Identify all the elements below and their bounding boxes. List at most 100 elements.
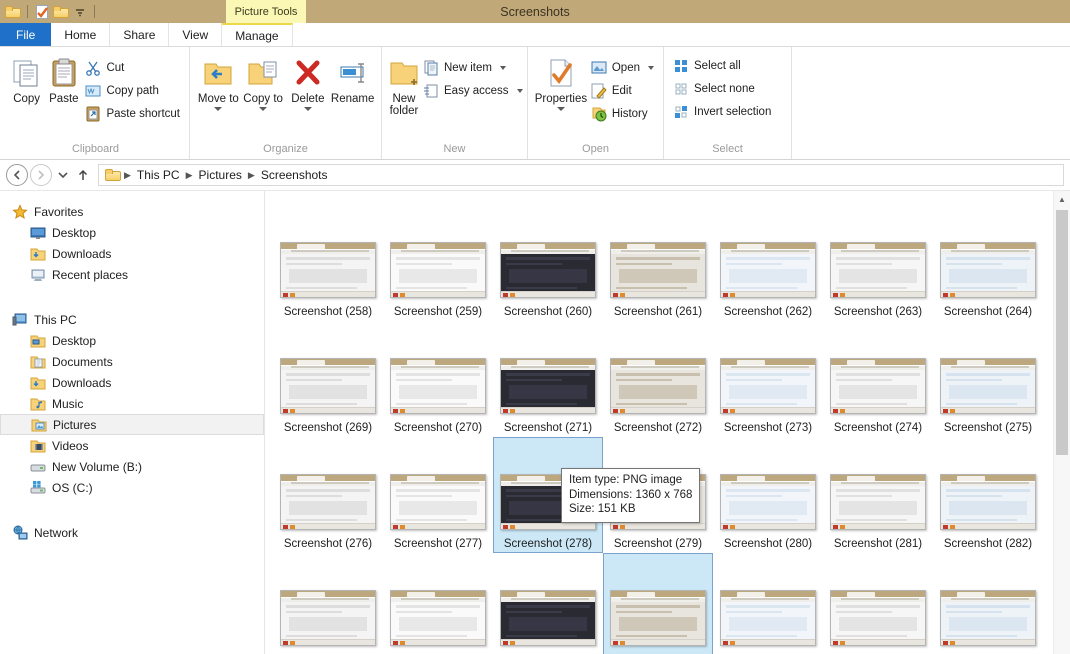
history-button[interactable]: History (588, 104, 657, 124)
properties-icon[interactable] (34, 4, 50, 20)
file-item[interactable]: Screenshot (286) (603, 553, 713, 654)
file-item[interactable]: Screenshot (260) (493, 205, 603, 321)
chevron-down-icon[interactable] (259, 107, 268, 111)
copy-path-button[interactable]: Copy path (82, 81, 183, 101)
folder-up-icon[interactable] (53, 4, 69, 20)
paste-button[interactable]: Paste (45, 53, 82, 105)
group-title-clipboard: Clipboard (71, 143, 120, 155)
navigation-pane[interactable]: Favorites Desktop Downloads Recent place… (0, 191, 265, 654)
tab-view[interactable]: View (169, 23, 223, 46)
breadcrumb-this-pc[interactable]: This PC (134, 168, 183, 182)
file-item[interactable]: Screenshot (276) (273, 437, 383, 553)
sidebar-item-favorites[interactable]: Favorites (0, 201, 264, 222)
edit-button[interactable]: Edit (588, 81, 657, 101)
chevron-down-icon[interactable] (214, 107, 223, 111)
file-item[interactable]: Screenshot (288) (823, 553, 933, 654)
chevron-down-icon[interactable] (556, 107, 565, 111)
file-item[interactable]: Screenshot (263) (823, 205, 933, 321)
file-thumbnail (610, 590, 706, 646)
sidebar-item-this-pc[interactable]: This PC (0, 309, 264, 330)
delete-button[interactable]: Delete (286, 53, 331, 111)
file-item[interactable]: Screenshot (272) (603, 321, 713, 437)
select-none-button[interactable]: Select none (670, 79, 774, 99)
move-to-button[interactable]: Move to (196, 53, 241, 111)
file-item[interactable]: Screenshot (275) (933, 321, 1043, 437)
file-item[interactable]: Screenshot (270) (383, 321, 493, 437)
file-item[interactable]: Screenshot (259) (383, 205, 493, 321)
customize-chevron-icon[interactable] (72, 4, 88, 20)
new-item-button[interactable]: New item (420, 58, 526, 78)
properties-button[interactable]: Properties (534, 53, 588, 111)
file-item[interactable]: Screenshot (287) (713, 553, 823, 654)
up-button[interactable] (74, 164, 92, 186)
sidebar-item-network[interactable]: Network (0, 522, 264, 543)
copy-to-button[interactable]: Copy to (241, 53, 286, 111)
edit-icon (591, 83, 607, 99)
cut-button[interactable]: Cut (82, 58, 183, 78)
file-item[interactable]: Screenshot (280) (713, 437, 823, 553)
scrollbar-thumb[interactable] (1056, 210, 1068, 455)
paste-shortcut-button[interactable]: Paste shortcut (82, 104, 183, 124)
easy-access-button[interactable]: Easy access (420, 81, 526, 101)
file-item[interactable]: Screenshot (281) (823, 437, 933, 553)
sidebar-item-downloads-pc[interactable]: Downloads (0, 372, 264, 393)
file-item[interactable]: Screenshot (273) (713, 321, 823, 437)
file-item[interactable]: Screenshot (271) (493, 321, 603, 437)
file-list-pane[interactable]: Screenshot (258) Screenshot (259) Screensh… (265, 191, 1070, 654)
chevron-down-icon[interactable] (499, 66, 506, 70)
file-item[interactable]: Screenshot (269) (273, 321, 383, 437)
sidebar-item-desktop-pc[interactable]: Desktop (0, 330, 264, 351)
file-item[interactable]: Screenshot (285) (493, 553, 603, 654)
tab-file[interactable]: File (0, 23, 52, 46)
file-item[interactable]: Screenshot (261) (603, 205, 713, 321)
breadcrumb-pictures[interactable]: Pictures (196, 168, 245, 182)
sidebar-item-documents[interactable]: Documents (0, 351, 264, 372)
ribbon-group-clipboard: Copy Paste Cut Copy path Paste shortcut … (2, 47, 190, 159)
sidebar-item-pictures[interactable]: Pictures (0, 414, 264, 435)
sidebar-item-os-c[interactable]: OS (C:) (0, 477, 264, 498)
tab-share[interactable]: Share (110, 23, 170, 46)
copy-path-label: Copy path (106, 85, 159, 97)
thumbnail-wrapper (494, 208, 602, 304)
invert-selection-button[interactable]: Invert selection (670, 102, 774, 122)
sidebar-label: Downloads (52, 246, 112, 261)
breadcrumb-screenshots[interactable]: Screenshots (258, 168, 331, 182)
edit-label: Edit (611, 85, 632, 97)
sidebar-item-music[interactable]: Music (0, 393, 264, 414)
file-item[interactable]: Screenshot (264) (933, 205, 1043, 321)
vertical-scrollbar[interactable]: ▲ (1053, 191, 1070, 654)
recent-locations-button[interactable] (54, 164, 72, 186)
new-folder-button[interactable]: New folder (388, 53, 420, 117)
file-item[interactable]: Screenshot (277) (383, 437, 493, 553)
folder-icon[interactable] (5, 4, 21, 20)
tab-manage[interactable]: Manage (222, 23, 293, 46)
quick-access-toolbar[interactable] (0, 0, 98, 23)
forward-button[interactable] (30, 164, 52, 186)
file-item[interactable]: Screenshot (284) (383, 553, 493, 654)
scroll-up-button[interactable]: ▲ (1054, 191, 1070, 208)
select-all-button[interactable]: Select all (670, 56, 774, 76)
file-item[interactable]: Screenshot (262) (713, 205, 823, 321)
sidebar-item-videos[interactable]: Videos (0, 435, 264, 456)
file-item[interactable]: Screenshot (283) (273, 553, 383, 654)
chevron-down-icon[interactable] (303, 107, 312, 111)
file-item[interactable]: Screenshot (258) (273, 205, 383, 321)
sidebar-item-new-volume-b[interactable]: New Volume (B:) (0, 456, 264, 477)
sidebar-item-desktop[interactable]: Desktop (0, 222, 264, 243)
sidebar-item-downloads[interactable]: Downloads (0, 243, 264, 264)
thumbnail-wrapper (824, 556, 932, 652)
chevron-down-icon[interactable] (516, 89, 523, 93)
select-small-buttons: Select all Select none Invert selection (670, 53, 774, 122)
chevron-down-icon[interactable] (648, 66, 654, 70)
properties-label: Properties (534, 93, 588, 105)
tab-home[interactable]: Home (51, 23, 111, 46)
copy-button[interactable]: Copy (8, 53, 45, 105)
open-button[interactable]: Open (588, 58, 657, 78)
file-item[interactable]: Screenshot (282) (933, 437, 1043, 553)
back-button[interactable] (6, 164, 28, 186)
sidebar-item-recent-places[interactable]: Recent places (0, 264, 264, 285)
file-item[interactable]: Screenshot (289) (933, 553, 1043, 654)
file-item[interactable]: Screenshot (274) (823, 321, 933, 437)
breadcrumb[interactable]: ▶ This PC ▶ Pictures ▶ Screenshots (98, 164, 1064, 186)
rename-button[interactable]: Rename (330, 53, 375, 105)
